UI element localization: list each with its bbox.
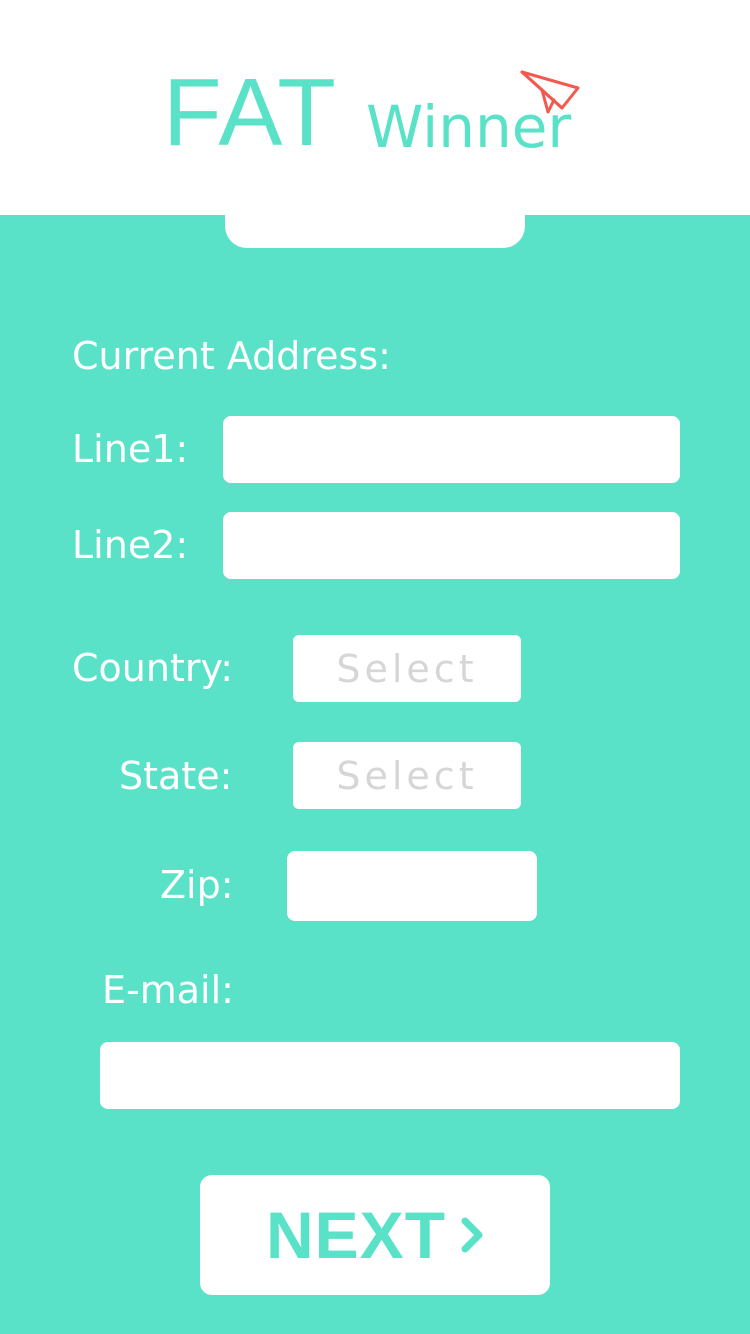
next-button-label: NEXT xyxy=(265,1198,447,1272)
country-select[interactable]: Select xyxy=(293,635,521,702)
next-button[interactable]: NEXT xyxy=(200,1175,550,1295)
header-tab xyxy=(225,190,525,248)
line2-label: Line2: xyxy=(72,523,189,567)
line1-label: Line1: xyxy=(72,427,189,471)
state-label: State: xyxy=(119,754,233,798)
line1-input[interactable] xyxy=(223,416,680,483)
line2-input[interactable] xyxy=(223,512,680,579)
state-select[interactable]: Select xyxy=(293,742,521,809)
email-label: E-mail: xyxy=(102,968,234,1012)
country-select-value: Select xyxy=(336,646,478,691)
chevron-right-icon xyxy=(461,1217,483,1253)
email-input[interactable] xyxy=(100,1042,680,1109)
logo-fat-text: FAT xyxy=(163,59,338,166)
country-label: Country: xyxy=(72,646,233,690)
header: FAT Winner xyxy=(0,0,750,215)
zip-label: Zip: xyxy=(160,863,234,907)
section-title: Current Address: xyxy=(72,334,391,378)
zip-input[interactable] xyxy=(287,851,537,921)
state-select-value: Select xyxy=(336,753,478,798)
paper-plane-icon xyxy=(520,70,580,114)
